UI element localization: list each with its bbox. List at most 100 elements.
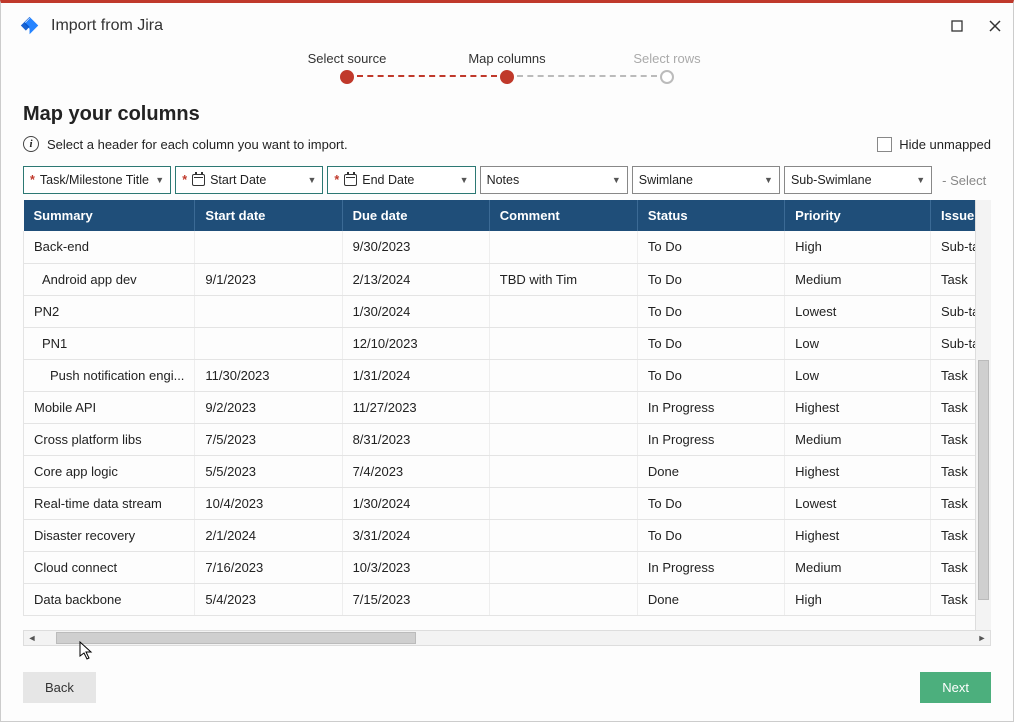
step-dot-icon (340, 70, 354, 84)
mapper-notes[interactable]: Notes ▼ (480, 166, 628, 194)
scroll-left-arrow[interactable]: ◄ (24, 631, 40, 645)
cell: To Do (637, 359, 784, 391)
cell: In Progress (637, 391, 784, 423)
col-status[interactable]: Status (637, 200, 784, 231)
mapper-row: * Task/Milestone Title ▼ * Start Date ▼ … (23, 166, 991, 194)
cell: To Do (637, 327, 784, 359)
cell: Highest (785, 391, 931, 423)
maximize-button[interactable] (949, 18, 965, 34)
cell: To Do (637, 231, 784, 263)
cell: Real-time data stream (24, 487, 195, 519)
cell: Low (785, 359, 931, 391)
window-title: Import from Jira (51, 17, 949, 35)
col-comment[interactable]: Comment (489, 200, 637, 231)
mapper-task-title[interactable]: * Task/Milestone Title ▼ (23, 166, 171, 194)
table-row[interactable]: Real-time data stream10/4/20231/30/2024T… (24, 487, 991, 519)
cell (489, 295, 637, 327)
back-button[interactable]: Back (23, 672, 96, 703)
mapper-end-date[interactable]: * End Date ▼ (327, 166, 475, 194)
cell (489, 359, 637, 391)
next-button[interactable]: Next (920, 672, 991, 703)
cell (195, 327, 342, 359)
table-row[interactable]: Back-end9/30/2023To DoHighSub-ta (24, 231, 991, 263)
cell (195, 231, 342, 263)
cell: High (785, 231, 931, 263)
step-select-rows: Select rows (587, 51, 747, 84)
table-row[interactable]: Push notification engi...11/30/20231/31/… (24, 359, 991, 391)
preview-table: Summary Start date Due date Comment Stat… (23, 200, 991, 616)
table-row[interactable]: PN112/10/2023To DoLowSub-ta (24, 327, 991, 359)
cell: Android app dev (24, 263, 195, 295)
cell: TBD with Tim (489, 263, 637, 295)
cell (489, 423, 637, 455)
table-row[interactable]: Cross platform libs7/5/20238/31/2023In P… (24, 423, 991, 455)
chevron-down-icon: ▼ (612, 175, 621, 185)
step-select-source: Select source (267, 51, 427, 84)
hide-unmapped-checkbox[interactable]: Hide unmapped (877, 137, 991, 152)
scrollbar-thumb[interactable] (56, 632, 416, 644)
page-title: Map your columns (23, 103, 991, 126)
col-start-date[interactable]: Start date (195, 200, 342, 231)
cell: 1/30/2024 (342, 487, 489, 519)
cell: To Do (637, 263, 784, 295)
cell: Low (785, 327, 931, 359)
cell: 1/30/2024 (342, 295, 489, 327)
calendar-icon (192, 174, 205, 186)
col-due-date[interactable]: Due date (342, 200, 489, 231)
horizontal-scrollbar[interactable]: ◄ ► (23, 630, 991, 646)
scrollbar-thumb[interactable] (978, 360, 989, 600)
cell: To Do (637, 519, 784, 551)
mapper-placeholder[interactable]: - Select (936, 166, 991, 194)
table-row[interactable]: PN21/30/2024To DoLowestSub-ta (24, 295, 991, 327)
cell: 5/5/2023 (195, 455, 342, 487)
cell: In Progress (637, 551, 784, 583)
table-wrap: Summary Start date Due date Comment Stat… (23, 200, 991, 630)
col-summary[interactable]: Summary (24, 200, 195, 231)
footer: Back Next (1, 658, 1013, 721)
cell: PN1 (24, 327, 195, 359)
col-priority[interactable]: Priority (785, 200, 931, 231)
cell: 7/4/2023 (342, 455, 489, 487)
chevron-down-icon: ▼ (764, 175, 773, 185)
cell (489, 455, 637, 487)
cell: 2/13/2024 (342, 263, 489, 295)
jira-icon (19, 15, 41, 37)
table-header-row: Summary Start date Due date Comment Stat… (24, 200, 991, 231)
cell: 7/5/2023 (195, 423, 342, 455)
table-row[interactable]: Data backbone5/4/20237/15/2023DoneHighTa… (24, 583, 991, 615)
info-text: Select a header for each column you want… (47, 137, 348, 152)
step-dot-icon (500, 70, 514, 84)
cell: 7/16/2023 (195, 551, 342, 583)
checkbox-icon (877, 137, 892, 152)
cell: Back-end (24, 231, 195, 263)
stepper: Select source Map columns Select rows (1, 45, 1013, 89)
mapper-swimlane[interactable]: Swimlane ▼ (632, 166, 780, 194)
scroll-right-arrow[interactable]: ► (974, 631, 990, 645)
table-row[interactable]: Cloud connect7/16/202310/3/2023In Progre… (24, 551, 991, 583)
vertical-scrollbar[interactable] (975, 200, 991, 630)
cell: 12/10/2023 (342, 327, 489, 359)
cell: 8/31/2023 (342, 423, 489, 455)
cell: 11/27/2023 (342, 391, 489, 423)
cell: 9/30/2023 (342, 231, 489, 263)
table-row[interactable]: Core app logic5/5/20237/4/2023DoneHighes… (24, 455, 991, 487)
close-button[interactable] (987, 18, 1003, 34)
cell (489, 327, 637, 359)
cell: 10/3/2023 (342, 551, 489, 583)
mapper-start-date[interactable]: * Start Date ▼ (175, 166, 323, 194)
table-row[interactable]: Mobile API9/2/202311/27/2023In ProgressH… (24, 391, 991, 423)
table-row[interactable]: Android app dev9/1/20232/13/2024TBD with… (24, 263, 991, 295)
info-icon: i (23, 136, 39, 152)
cell (489, 487, 637, 519)
cell: Highest (785, 519, 931, 551)
required-marker: * (334, 173, 339, 187)
mapper-sub-swimlane[interactable]: Sub-Swimlane ▼ (784, 166, 932, 194)
cell: Medium (785, 423, 931, 455)
cell: 3/31/2024 (342, 519, 489, 551)
chevron-down-icon: ▼ (916, 175, 925, 185)
cell (489, 583, 637, 615)
table-row[interactable]: Disaster recovery2/1/20243/31/2024To DoH… (24, 519, 991, 551)
cell: Done (637, 583, 784, 615)
cell: To Do (637, 487, 784, 519)
titlebar: Import from Jira (1, 3, 1013, 49)
